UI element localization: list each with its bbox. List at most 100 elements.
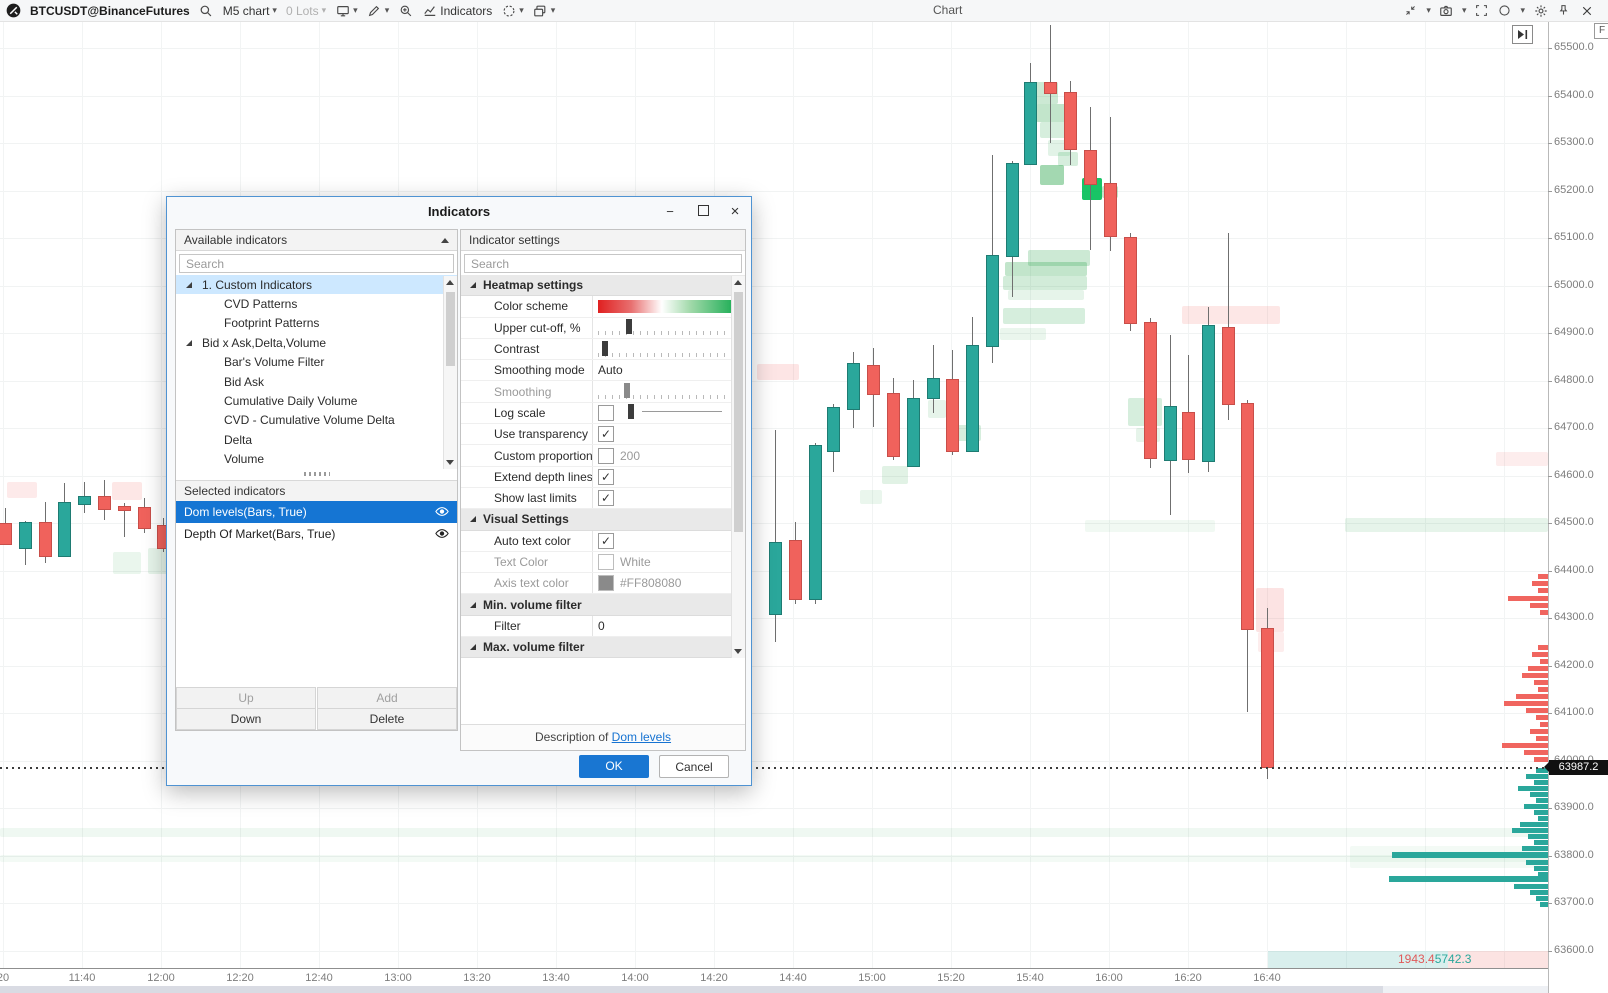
settings-search-input[interactable] [464, 254, 742, 273]
settings-value[interactable] [592, 296, 744, 316]
settings-value[interactable]: 200 [592, 445, 744, 465]
settings-value[interactable]: #FF808080 [592, 573, 744, 593]
chevron-down-icon[interactable]: ▾ [1426, 6, 1431, 15]
settings-value[interactable]: ✓ [592, 424, 744, 444]
close-icon[interactable] [1579, 3, 1594, 18]
lots-dropdown[interactable]: 0 Lots▾ [286, 4, 326, 18]
panel-splitter[interactable] [176, 470, 457, 478]
collapse-icon[interactable] [1403, 3, 1418, 18]
settings-group-header[interactable]: Max. volume filter [461, 637, 745, 658]
color-scheme-gradient[interactable] [598, 300, 731, 313]
settings-row[interactable]: Auto text color✓ [461, 531, 745, 552]
settings-row[interactable]: Contrast [461, 339, 745, 360]
zoom-in-icon[interactable] [398, 3, 413, 18]
selected-indicator-row[interactable]: Dom levels(Bars, True) [176, 501, 457, 523]
tree-item[interactable]: Delta [176, 430, 457, 449]
camera-icon[interactable] [1439, 3, 1454, 18]
settings-row[interactable]: Show last limits✓ [461, 488, 745, 509]
settings-group-header[interactable]: Heatmap settings [461, 275, 745, 296]
slider[interactable] [598, 319, 728, 336]
eye-icon[interactable] [435, 506, 449, 520]
settings-value[interactable] [592, 339, 744, 359]
minimize-button[interactable]: − [659, 202, 681, 222]
available-search-input[interactable] [179, 254, 454, 273]
tree-item[interactable]: Bid x Ask,Delta,Volume [176, 333, 457, 352]
scroll-down-icon[interactable] [446, 460, 454, 465]
checkbox[interactable]: ✓ [598, 533, 614, 549]
draw-dropdown[interactable]: ▾ [367, 3, 390, 18]
tree-scrollbar-thumb[interactable] [446, 292, 455, 366]
expander-icon[interactable] [186, 282, 192, 288]
indicators-button[interactable]: Indicators [422, 3, 492, 18]
slider[interactable] [618, 404, 726, 421]
cancel-button[interactable]: Cancel [659, 755, 729, 778]
expand-icon[interactable] [1474, 3, 1489, 18]
eye-icon[interactable] [435, 528, 449, 542]
expander-icon[interactable] [470, 644, 476, 650]
selected-indicators-list[interactable]: Dom levels(Bars, True)Depth Of Market(Ba… [176, 501, 457, 545]
gear-icon[interactable] [1533, 3, 1548, 18]
tree-item[interactable]: CVD Patterns [176, 294, 457, 313]
color-swatch[interactable] [598, 554, 614, 570]
settings-group-header[interactable]: Visual Settings [461, 509, 745, 530]
value-text[interactable]: Auto [598, 363, 623, 377]
settings-row[interactable]: Use transparency✓ [461, 424, 745, 445]
checkbox[interactable] [598, 448, 614, 464]
checkbox[interactable]: ✓ [598, 426, 614, 442]
settings-row[interactable]: Extend depth lines✓ [461, 467, 745, 488]
settings-value[interactable]: White [592, 552, 744, 572]
chevron-down-icon[interactable]: ▾ [1462, 6, 1467, 15]
tree-scrollbar[interactable] [443, 276, 457, 469]
settings-row[interactable]: Axis text color#FF808080 [461, 573, 745, 594]
settings-row[interactable]: Smoothing modeAuto [461, 360, 745, 381]
settings-value[interactable]: 0 [592, 616, 744, 636]
timeframe-dropdown[interactable]: M5 chart▾ [223, 4, 277, 18]
settings-row[interactable]: Custom proportion200 [461, 445, 745, 466]
tree-item[interactable]: Volume [176, 450, 457, 469]
settings-row[interactable]: Color scheme [461, 296, 745, 317]
close-button[interactable]: × [724, 202, 746, 222]
settings-value[interactable] [592, 381, 744, 401]
tree-item[interactable]: Cumulative Daily Volume [176, 391, 457, 410]
ok-button[interactable]: OK [579, 755, 649, 778]
scroll-up-icon[interactable] [446, 280, 454, 285]
settings-row[interactable]: Smoothing [461, 381, 745, 402]
description-link[interactable]: Dom levels [612, 730, 671, 744]
f-badge[interactable]: F [1594, 23, 1608, 39]
settings-row[interactable]: Upper cut-off, % [461, 318, 745, 339]
expander-icon[interactable] [470, 516, 476, 522]
settings-value[interactable]: Auto [592, 360, 744, 380]
tree-item[interactable]: 1. Custom Indicators [176, 275, 457, 294]
settings-value[interactable]: ✓ [592, 467, 744, 487]
slider[interactable] [598, 341, 728, 358]
windows-dropdown[interactable]: ▾ [533, 3, 556, 18]
settings-row[interactable]: Filter0 [461, 616, 745, 637]
selection-dropdown[interactable]: ▾ [501, 3, 524, 18]
tree-item[interactable]: Bar's Volume Filter [176, 353, 457, 372]
delete-button[interactable]: Delete [317, 708, 457, 730]
checkbox[interactable] [598, 405, 614, 421]
indicator-tree[interactable]: 1. Custom IndicatorsCVD PatternsFootprin… [176, 275, 457, 469]
pin-icon[interactable] [1556, 3, 1571, 18]
settings-group-header[interactable]: Min. volume filter [461, 594, 745, 615]
settings-value[interactable]: ✓ [592, 488, 744, 508]
available-indicators-header[interactable]: Available indicators [176, 230, 457, 251]
screens-dropdown[interactable]: ▾ [335, 3, 358, 18]
expander-icon[interactable] [186, 340, 192, 346]
slider[interactable] [598, 383, 728, 400]
settings-scrollbar[interactable] [731, 276, 745, 658]
add-button[interactable]: Add [317, 687, 457, 709]
collapse-up-icon[interactable] [441, 238, 449, 243]
checkbox[interactable]: ✓ [598, 469, 614, 485]
chevron-down-icon[interactable]: ▾ [1520, 6, 1525, 15]
value-text[interactable]: 0 [598, 619, 605, 633]
tree-item[interactable]: Bid Ask [176, 372, 457, 391]
scroll-down-icon[interactable] [734, 649, 742, 654]
settings-row[interactable]: Log scale [461, 403, 745, 424]
down-button[interactable]: Down [176, 708, 316, 730]
settings-value[interactable]: ✓ [592, 531, 744, 551]
app-logo[interactable] [6, 3, 21, 18]
search-icon[interactable] [199, 3, 214, 18]
settings-value[interactable] [592, 318, 744, 338]
settings-row[interactable]: Text ColorWhite [461, 552, 745, 573]
